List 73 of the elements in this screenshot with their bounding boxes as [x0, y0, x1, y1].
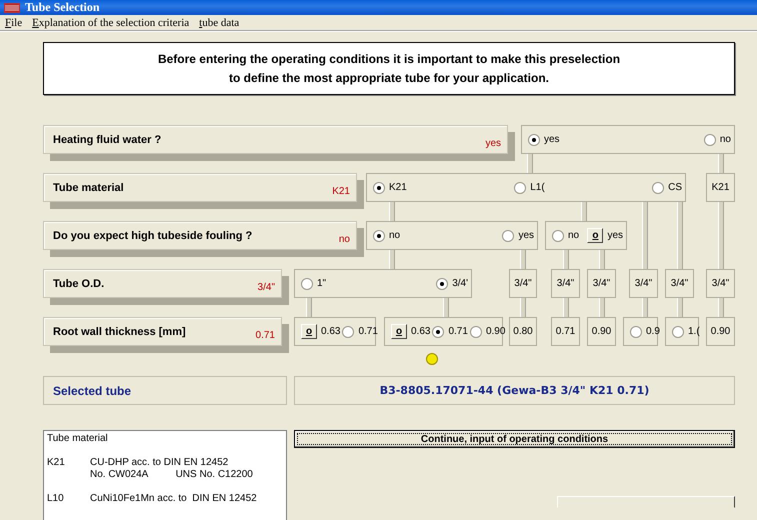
indicator-dot: [426, 353, 438, 365]
option-with-button[interactable]: o 0.63: [301, 324, 340, 339]
radio-button[interactable]: [373, 182, 385, 194]
option-value: 0.71: [556, 326, 576, 337]
question-label: Heating fluid water ?: [53, 134, 162, 146]
menu-item[interactable]: tube data: [199, 16, 240, 29]
option-value: 3/4": [514, 278, 532, 289]
option-value: 0.90: [592, 326, 612, 337]
radio-button[interactable]: [552, 230, 564, 242]
option-button[interactable]: o: [391, 324, 407, 339]
radio-button[interactable]: [342, 326, 354, 338]
option-value: 0.90: [710, 326, 730, 337]
option-with-button[interactable]: o yes: [587, 228, 623, 243]
option-button[interactable]: o: [301, 324, 317, 339]
question-label: Tube O.D.: [53, 278, 104, 290]
question-value: no: [338, 234, 350, 245]
radio-option[interactable]: no: [704, 134, 731, 146]
radio-button[interactable]: [528, 134, 540, 146]
radio-button[interactable]: [630, 326, 642, 338]
radio-option[interactable]: L1(: [514, 182, 545, 194]
radio-option[interactable]: 0.71: [432, 326, 468, 338]
question-label: Root wall thickness [mm]: [53, 326, 186, 338]
radio-option[interactable]: 1": [301, 278, 326, 290]
question-label: Do you expect high tubeside fouling ?: [53, 230, 252, 242]
material-description: CU-DHP acc. to DIN EN 12452: [90, 457, 230, 469]
radio-option[interactable]: yes: [502, 230, 534, 242]
radio-button[interactable]: [502, 230, 514, 242]
question-label: Tube material: [53, 182, 124, 194]
radio-button[interactable]: [652, 182, 664, 194]
question-value: 0.71: [256, 330, 275, 341]
question-value: K21: [332, 186, 350, 197]
radio-button[interactable]: [432, 326, 444, 338]
material-description: No. CW024A UNS No. C12200: [90, 469, 253, 481]
menu-item[interactable]: Explanation of the selection criteria: [32, 16, 190, 29]
option-value: 3/4": [670, 278, 688, 289]
option-value: 3/4": [712, 278, 730, 289]
material-description: CuNi10Fe1Mn acc. to DIN EN 12452: [90, 493, 257, 505]
selected-tube-value: B3-8805.17071-44 (Gewa-B3 3/4" K21 0.71): [294, 376, 735, 405]
radio-option[interactable]: CS: [652, 182, 682, 194]
continue-button[interactable]: Continue, input of operating conditions: [294, 430, 735, 448]
radio-option[interactable]: no: [373, 230, 400, 242]
radio-option[interactable]: 0.90: [470, 326, 506, 338]
radio-option[interactable]: 3/4': [436, 278, 468, 290]
window-title: Tube Selection: [25, 0, 100, 16]
option-value: 3/4": [634, 278, 652, 289]
option-with-button[interactable]: o 0.63: [391, 324, 430, 339]
radio-option[interactable]: yes: [528, 134, 560, 146]
radio-option[interactable]: K21: [373, 182, 407, 194]
radio-button[interactable]: [672, 326, 684, 338]
option-value: 3/4": [556, 278, 574, 289]
radio-button[interactable]: [470, 326, 482, 338]
radio-button[interactable]: [514, 182, 526, 194]
question-value: 3/4": [258, 282, 275, 293]
radio-button[interactable]: [436, 278, 448, 290]
radio-option[interactable]: 0.71: [342, 326, 378, 338]
radio-button[interactable]: [704, 134, 716, 146]
option-value: K21: [712, 182, 730, 193]
list-title: Tube material: [47, 433, 109, 445]
menu-item[interactable]: File: [5, 16, 22, 29]
material-code: L10: [47, 493, 65, 505]
radio-option[interactable]: no: [552, 230, 580, 242]
radio-option[interactable]: 1.(: [672, 326, 700, 338]
option-button[interactable]: o: [587, 228, 604, 243]
radio-option[interactable]: 0.9: [630, 326, 660, 338]
app-icon: [4, 2, 20, 13]
question-value: yes: [485, 138, 501, 149]
option-value: 0.80: [513, 326, 533, 337]
radio-button[interactable]: [373, 230, 385, 242]
selected-tube-label: Selected tube: [43, 376, 287, 405]
option-value: 3/4": [592, 278, 610, 289]
intro-text: Before entering the operating conditions it is important to make this preselection to define the most appropriate tube for your application.: [158, 50, 620, 86]
radio-button[interactable]: [301, 278, 313, 290]
material-code: K21: [47, 457, 66, 470]
